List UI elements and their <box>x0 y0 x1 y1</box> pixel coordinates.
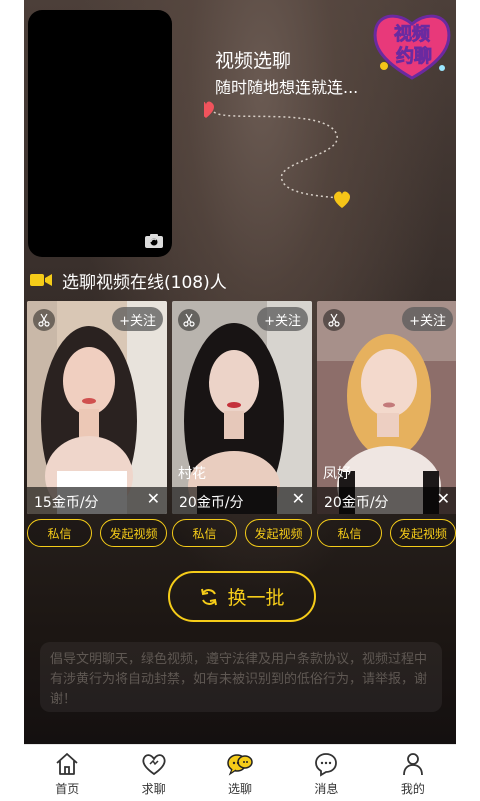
scissors-icon[interactable] <box>33 309 55 331</box>
tab-home-label: 首页 <box>55 782 80 796</box>
start-video-button[interactable]: 发起视频 <box>390 519 456 547</box>
close-icon[interactable]: ✕ <box>292 489 305 508</box>
chat-bubbles-icon <box>227 754 253 776</box>
scissors-icon[interactable] <box>323 309 345 331</box>
message-icon <box>315 753 338 777</box>
scissors-icon[interactable] <box>178 309 200 331</box>
user-name: 凤妤 <box>323 466 351 482</box>
video-date-badge: 视频 约聊 <box>373 14 451 80</box>
civility-notice: 倡导文明聊天，绿色视频，遵守法律及用户条款协议，视频过程中有涉黄行为将自动封禁，… <box>40 642 442 712</box>
follow-button[interactable]: +关注 <box>402 307 453 331</box>
tab-select-chat[interactable]: 选聊 <box>197 745 283 801</box>
close-icon[interactable]: ✕ <box>437 489 450 508</box>
start-video-button[interactable]: 发起视频 <box>245 519 312 547</box>
home-icon <box>56 753 78 775</box>
follow-button[interactable]: +关注 <box>112 307 163 331</box>
refresh-batch-label: 换一批 <box>227 587 285 609</box>
user-card[interactable]: +关注 15金币/分 ✕ <box>27 301 167 514</box>
user-photo <box>27 301 167 514</box>
tab-request-chat-label: 求聊 <box>141 782 166 796</box>
price-bar: 20金币/分 ✕ <box>317 487 456 514</box>
private-message-button[interactable]: 私信 <box>27 519 92 547</box>
start-video-button[interactable]: 发起视频 <box>100 519 167 547</box>
online-section-header: 选聊视频在线(108)人 <box>30 266 227 294</box>
price-label: 15金币/分 <box>34 495 99 511</box>
heart-icon <box>142 754 166 776</box>
badge-text-1: 视频 <box>394 23 430 45</box>
private-message-button[interactable]: 私信 <box>172 519 237 547</box>
badge-text-2: 约聊 <box>396 45 432 67</box>
video-camera-icon <box>30 274 52 286</box>
yellow-heart-icon <box>334 191 350 208</box>
refresh-batch-button[interactable]: 换一批 <box>168 571 316 622</box>
tab-messages[interactable]: 消息 <box>283 745 369 801</box>
bottom-tab-bar: 首页 求聊 选聊 消息 我的 <box>24 744 456 801</box>
tab-profile[interactable]: 我的 <box>370 745 456 801</box>
tab-home[interactable]: 首页 <box>24 745 110 801</box>
private-message-button[interactable]: 私信 <box>317 519 382 547</box>
heart-path-decoration <box>204 101 350 208</box>
user-card[interactable]: +关注 凤妤 20金币/分 ✕ <box>317 301 456 514</box>
tab-messages-label: 消息 <box>314 782 339 796</box>
profile-icon <box>402 753 423 776</box>
tab-profile-label: 我的 <box>400 782 425 796</box>
price-label: 20金币/分 <box>179 495 244 511</box>
tab-request-chat[interactable]: 求聊 <box>110 745 196 801</box>
user-card[interactable]: +关注 村花 20金币/分 ✕ <box>172 301 312 514</box>
follow-button[interactable]: +关注 <box>257 307 308 331</box>
camera-switch-icon[interactable] <box>144 233 164 249</box>
tab-select-chat-label: 选聊 <box>228 782 253 796</box>
close-icon[interactable]: ✕ <box>147 489 160 508</box>
refresh-icon <box>201 588 218 605</box>
red-heart-icon <box>204 101 214 118</box>
user-name: 村花 <box>178 466 206 482</box>
price-bar: 20金币/分 ✕ <box>172 487 312 514</box>
app-screen: 视频选聊 随时随地想连就连... 视频 约聊 选聊视频在线(108)人 +关注 … <box>24 0 456 744</box>
self-video-preview <box>28 10 172 257</box>
feature-subtitle: 随时随地想连就连... <box>215 78 359 97</box>
price-bar: 15金币/分 ✕ <box>27 487 167 514</box>
feature-title: 视频选聊 <box>215 50 292 72</box>
online-count-label: 选聊视频在线(108)人 <box>62 272 227 293</box>
price-label: 20金币/分 <box>324 495 389 511</box>
